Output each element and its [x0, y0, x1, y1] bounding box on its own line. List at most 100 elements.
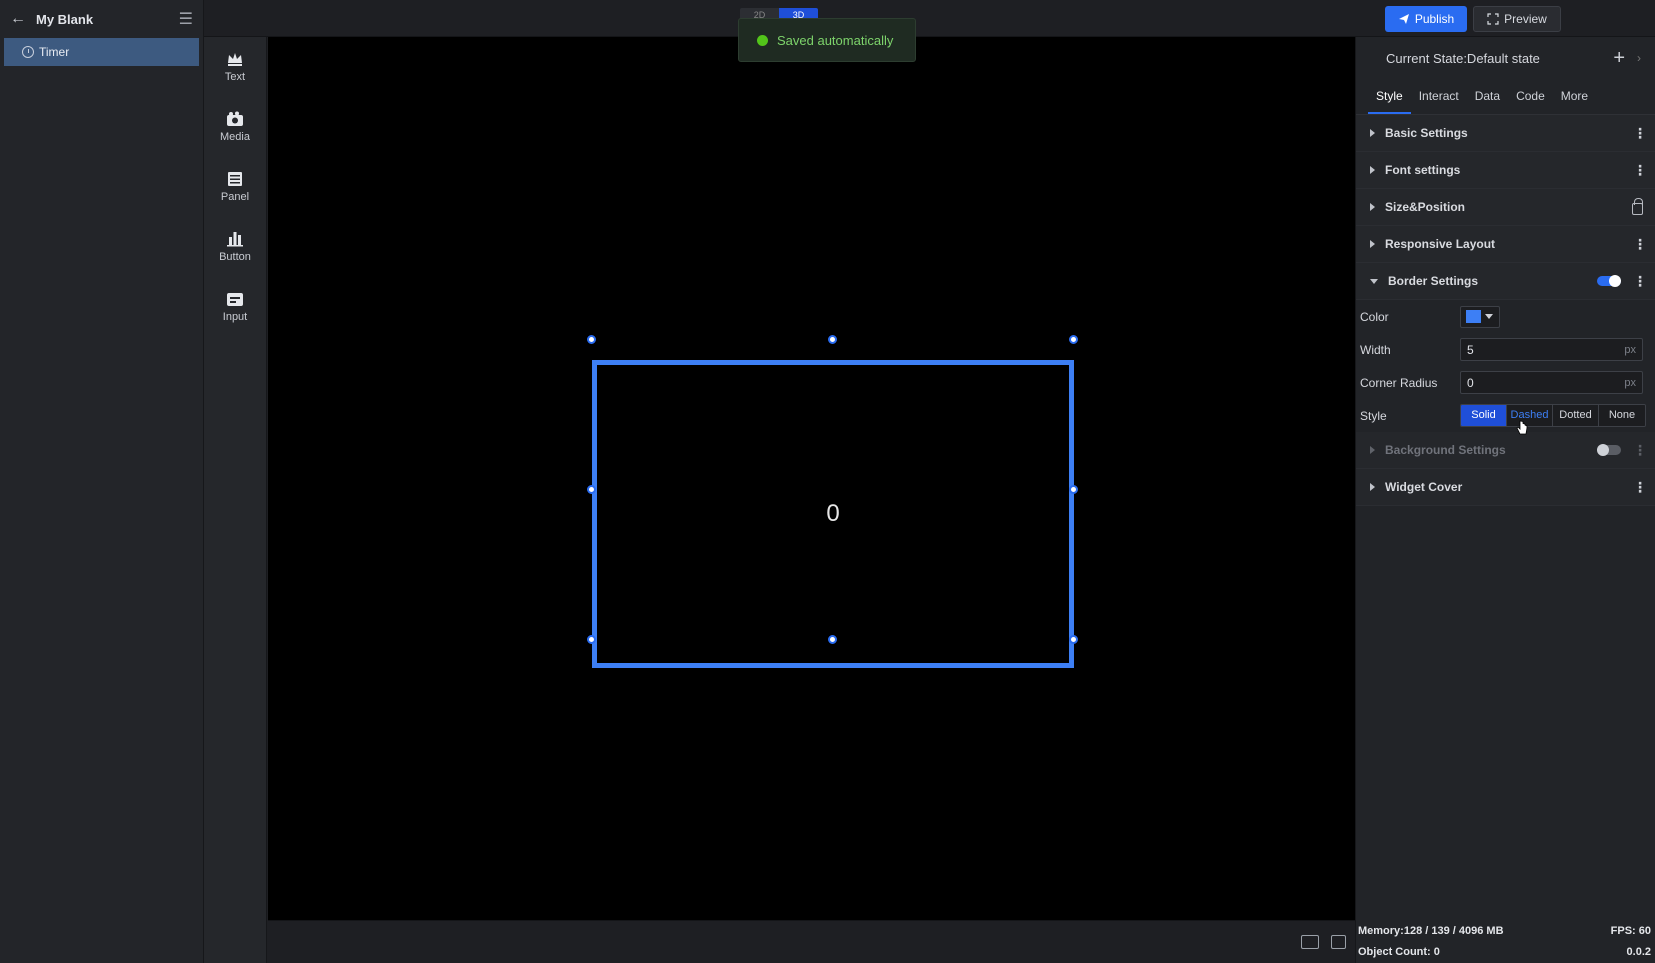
input-icon [227, 293, 243, 306]
border-color-row: Color [1356, 300, 1655, 333]
tool-label: Media [220, 131, 250, 143]
tool-label: Button [219, 251, 251, 263]
tool-label: Panel [220, 191, 250, 203]
expand-arrow-icon [1370, 483, 1375, 491]
border-color-label: Color [1360, 309, 1389, 324]
border-style-selector: Solid Dashed Dotted None [1460, 404, 1646, 427]
style-option-dashed[interactable]: Dashed [1507, 405, 1553, 426]
outline-item-timer[interactable]: Timer [4, 38, 199, 66]
tab-interact[interactable]: Interact [1411, 79, 1467, 114]
tab-style[interactable]: Style [1368, 79, 1411, 114]
lock-icon[interactable] [1632, 198, 1643, 215]
border-width-value: 5 [1467, 342, 1474, 357]
outline-item-label: Timer [39, 45, 70, 59]
section-title: Border Settings [1388, 274, 1479, 288]
section-title: Responsive Layout [1385, 237, 1496, 251]
hand-cursor-icon [1516, 420, 1528, 435]
chevron-right-icon[interactable]: › [1637, 51, 1641, 65]
check-circle-icon [757, 34, 768, 46]
preview-label: Preview [1504, 12, 1547, 26]
border-color-picker[interactable] [1460, 305, 1500, 328]
preview-button[interactable]: Preview [1473, 6, 1561, 32]
resize-handle-nw[interactable] [587, 335, 596, 344]
more-options-icon[interactable]: ⋮ [1633, 273, 1647, 290]
resize-handle-sw[interactable] [587, 635, 596, 644]
section-title: Widget Cover [1385, 480, 1463, 494]
unit-label: px [1624, 376, 1636, 389]
section-border-settings[interactable]: Border Settings ⋮ [1356, 263, 1655, 300]
background-enable-toggle[interactable] [1597, 444, 1621, 456]
design-canvas[interactable]: 0 [268, 37, 1355, 920]
border-width-row: Width 5 px [1356, 333, 1655, 366]
section-title: Size&Position [1385, 200, 1466, 214]
status-bar: Memory:128 / 139 / 4096 MB FPS: 60 Objec… [1355, 920, 1655, 963]
keyboard-icon[interactable] [1301, 935, 1319, 949]
more-options-icon[interactable]: ⋮ [1633, 125, 1647, 142]
tool-panel[interactable]: Panel [204, 157, 266, 217]
camera-icon [227, 111, 243, 126]
tab-code[interactable]: Code [1508, 79, 1553, 114]
border-width-label: Width [1360, 342, 1391, 357]
expand-arrow-icon [1370, 446, 1375, 454]
bar-chart-icon [227, 232, 243, 247]
section-widget-cover[interactable]: Widget Cover ⋮ [1356, 469, 1655, 506]
style-option-solid[interactable]: Solid [1461, 405, 1507, 426]
panel-icon [228, 172, 242, 186]
fullscreen-icon [1487, 13, 1499, 25]
tool-media[interactable]: Media [204, 97, 266, 157]
section-responsive-layout[interactable]: Responsive Layout ⋮ [1356, 226, 1655, 263]
resize-handle-w[interactable] [587, 485, 596, 494]
back-arrow-icon[interactable]: ← [10, 10, 30, 28]
crown-icon [228, 53, 242, 66]
style-option-dotted[interactable]: Dotted [1553, 405, 1599, 426]
tab-more[interactable]: More [1553, 79, 1596, 114]
more-options-icon[interactable]: ⋮ [1633, 162, 1647, 179]
tool-input[interactable]: Input [204, 277, 266, 337]
more-options-icon[interactable]: ⋮ [1633, 236, 1647, 253]
top-bar: 2D 3D Publish Preview [204, 0, 1655, 37]
saved-toast: Saved automatically [738, 18, 916, 62]
version-label: 0.0.2 [1626, 946, 1651, 958]
add-state-icon[interactable]: + [1613, 47, 1625, 70]
timer-value: 0 [826, 500, 840, 527]
section-font-settings[interactable]: Font settings ⋮ [1356, 152, 1655, 189]
property-tabs: Style Interact Data Code More [1356, 79, 1655, 115]
tool-button[interactable]: Button [204, 217, 266, 277]
memory-readout: Memory:128 / 139 / 4096 MB [1358, 925, 1504, 937]
resize-handle-e[interactable] [1069, 485, 1078, 494]
style-option-none[interactable]: None [1599, 405, 1645, 426]
hamburger-menu-icon[interactable]: ☰ [179, 9, 193, 29]
tab-data[interactable]: Data [1467, 79, 1508, 114]
expand-arrow-icon [1370, 240, 1375, 248]
section-basic-settings[interactable]: Basic Settings ⋮ [1356, 115, 1655, 152]
outline-header: ← My Blank ☰ [0, 0, 203, 38]
more-options-icon[interactable]: ⋮ [1633, 442, 1647, 459]
state-header: Current State:Default state + › [1356, 37, 1655, 79]
more-options-icon[interactable]: ⋮ [1633, 479, 1647, 496]
border-enable-toggle[interactable] [1597, 275, 1621, 287]
timer-widget[interactable]: 0 [592, 360, 1074, 668]
expand-arrow-icon [1370, 166, 1375, 174]
object-count: Object Count: 0 [1358, 946, 1440, 958]
corner-radius-input[interactable]: 0 px [1460, 371, 1643, 394]
publish-label: Publish [1414, 12, 1455, 26]
tool-text[interactable]: Text [204, 37, 266, 97]
properties-panel: Current State:Default state + › Style In… [1355, 37, 1655, 963]
expand-arrow-icon [1370, 129, 1375, 137]
widget-toolbar: Text Media Panel Button Input [204, 37, 267, 963]
section-title: Background Settings [1385, 443, 1506, 457]
border-width-input[interactable]: 5 px [1460, 338, 1643, 361]
outline-panel: ← My Blank ☰ Timer [0, 0, 204, 963]
corner-radius-value: 0 [1467, 375, 1474, 390]
publish-button[interactable]: Publish [1385, 6, 1467, 32]
resize-handle-n[interactable] [828, 335, 837, 344]
expand-arrow-icon [1370, 203, 1375, 211]
resize-handle-se[interactable] [1069, 635, 1078, 644]
resize-handle-ne[interactable] [1069, 335, 1078, 344]
terminal-icon[interactable] [1331, 935, 1346, 949]
toast-message: Saved automatically [777, 32, 894, 48]
section-size-position[interactable]: Size&Position [1356, 189, 1655, 226]
section-background-settings[interactable]: Background Settings ⋮ [1356, 432, 1655, 469]
tool-label: Text [224, 71, 246, 83]
resize-handle-s[interactable] [828, 635, 837, 644]
